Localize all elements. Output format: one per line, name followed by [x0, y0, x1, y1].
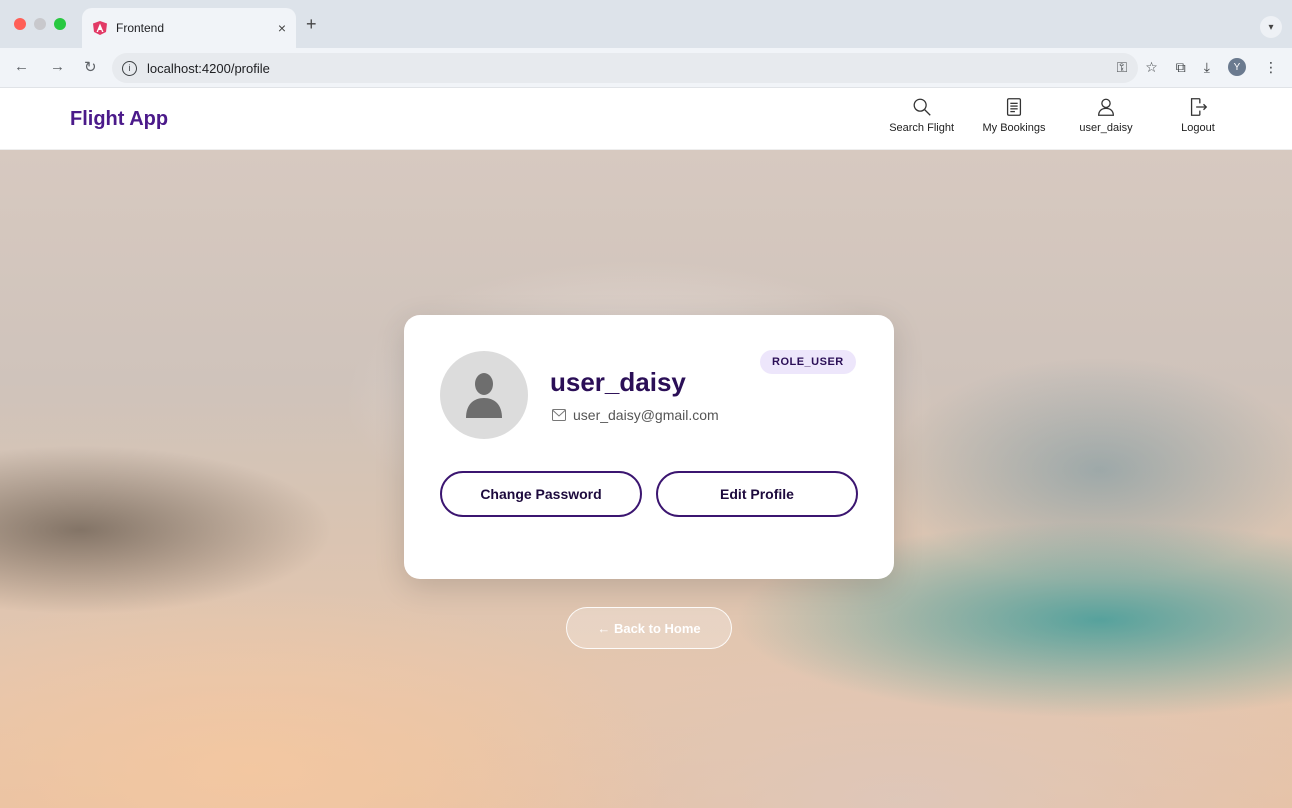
brand-logo[interactable]: Flight App — [70, 108, 168, 131]
window-controls — [14, 18, 66, 30]
browser-tab[interactable]: Frontend × — [82, 8, 296, 48]
app-header: Flight App Search Flight My Bookings use… — [0, 88, 1292, 150]
edit-profile-button[interactable]: Edit Profile — [656, 471, 858, 517]
nav-logout[interactable]: Logout — [1166, 96, 1230, 134]
logout-icon — [1190, 98, 1208, 116]
change-password-button[interactable]: Change Password — [440, 471, 642, 517]
profile-username: user_daisy — [550, 367, 686, 397]
search-icon — [913, 98, 931, 116]
back-to-home-button[interactable]: ← Back to Home — [566, 607, 732, 649]
browser-actions: ⚿ ☆ ⧉ ⤓ Y ⋮ — [1117, 58, 1278, 76]
tab-title: Frontend — [116, 21, 165, 35]
password-key-icon[interactable]: ⚿ — [1117, 59, 1128, 76]
avatar — [440, 351, 528, 439]
nav-label: Search Flight — [889, 122, 954, 134]
nav-label: Logout — [1181, 122, 1215, 134]
browser-toolbar: ← → ↻ i localhost:4200/profile ⚿ ☆ ⧉ ⤓ Y… — [0, 48, 1292, 88]
download-icon[interactable]: ⤓ — [1204, 59, 1210, 76]
nav-user-profile[interactable]: user_daisy — [1074, 96, 1138, 134]
close-window-button[interactable] — [14, 18, 26, 30]
profile-avatar-icon[interactable]: Y — [1228, 58, 1246, 76]
url-text[interactable]: localhost:4200/profile — [147, 61, 270, 76]
tab-close-icon[interactable]: × — [278, 20, 286, 36]
extensions-icon[interactable]: ⧉ — [1176, 59, 1186, 76]
profile-email: user_daisy@gmail.com — [573, 407, 719, 423]
nav-my-bookings[interactable]: My Bookings — [982, 96, 1046, 134]
nav-label: user_daisy — [1079, 122, 1133, 134]
user-icon — [1098, 98, 1114, 116]
angular-icon — [92, 20, 108, 36]
minimize-window-button[interactable] — [34, 18, 46, 30]
nav-label: My Bookings — [982, 122, 1046, 134]
menu-kebab-icon[interactable]: ⋮ — [1264, 59, 1278, 76]
reload-icon[interactable]: ↻ — [84, 58, 97, 76]
role-badge: ROLE_USER — [760, 350, 856, 374]
bookings-icon — [1006, 98, 1022, 116]
user-silhouette-icon — [466, 373, 502, 418]
main-nav: Search Flight My Bookings user_daisy Log… — [889, 96, 1230, 134]
forward-arrow-icon[interactable]: → — [50, 58, 65, 75]
maximize-window-button[interactable] — [54, 18, 66, 30]
back-arrow-icon[interactable]: ← — [14, 58, 29, 75]
profile-email-row: user_daisy@gmail.com — [552, 407, 719, 423]
address-bar[interactable]: i localhost:4200/profile — [112, 53, 1138, 83]
new-tab-button[interactable]: + — [306, 14, 317, 35]
bookmark-star-icon[interactable]: ☆ — [1145, 59, 1158, 76]
mail-icon — [552, 409, 566, 421]
browser-tab-bar: Frontend × + ▾ — [0, 0, 1292, 48]
tab-search-icon[interactable]: ▾ — [1260, 16, 1282, 38]
site-info-icon[interactable]: i — [122, 60, 137, 76]
profile-card: user_daisy user_daisy@gmail.com ROLE_USE… — [404, 315, 894, 579]
nav-search-flight[interactable]: Search Flight — [889, 96, 954, 134]
